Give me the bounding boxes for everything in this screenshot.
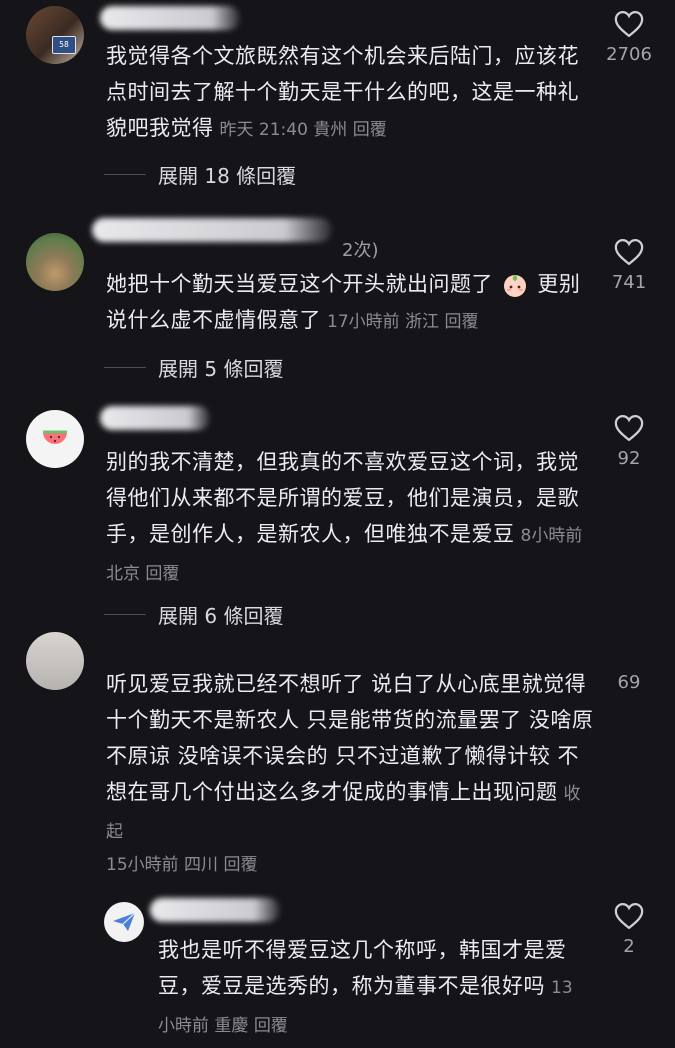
comment-4: 听见爱豆我就已经不想听了 说白了从心底里就觉得十个勤天不是新农人 只是能带货的流… — [0, 632, 675, 880]
comment-meta: 15小時前 四川 回覆 — [106, 850, 257, 875]
comment-location: 北京 — [106, 564, 140, 584]
like-count: 69 — [617, 672, 641, 693]
comment-text: 她把十个勤天当爱豆这个开头就出问题了 更别说什么虚不虚情假意了 17小時前 浙江 … — [106, 272, 581, 332]
comment-time: 17小時前 — [327, 312, 400, 332]
like-count: 2 — [623, 936, 635, 957]
like-button[interactable]: 741 — [599, 238, 659, 293]
reply-button[interactable]: 回覆 — [254, 1016, 288, 1036]
avatar[interactable]: 58 — [26, 6, 84, 64]
paper-plane-icon — [113, 912, 136, 931]
divider — [104, 174, 146, 175]
like-button[interactable]: 2 — [599, 902, 659, 957]
comment-1: 58 我觉得各个文旅既然有这个机会来后陆门，应该花点时间去了解十个勤天是干什么的… — [0, 0, 675, 200]
expand-replies-button[interactable]: 展開 6 條回覆 — [104, 600, 283, 629]
like-count: 92 — [617, 448, 641, 469]
like-count: 2706 — [606, 44, 652, 65]
comment-time: 8小時前 — [520, 526, 583, 546]
comment-text: 我觉得各个文旅既然有这个机会来后陆门，应该花点时间去了解十个勤天是干什么的吧，这… — [106, 44, 579, 140]
comment-text: 别的我不清楚，但我真的不喜欢爱豆这个词，我觉得他们从来都不是所谓的爱豆，他们是演… — [106, 450, 583, 584]
comment-location: 四川 — [184, 855, 219, 875]
reply-button[interactable]: 回覆 — [444, 312, 478, 332]
reply-button[interactable]: 回覆 — [353, 120, 387, 140]
avatar[interactable] — [26, 233, 84, 291]
avatar-plate: 58 — [52, 36, 76, 54]
username-redacted[interactable] — [100, 406, 210, 430]
divider — [104, 614, 146, 615]
reply-button[interactable]: 回覆 — [223, 855, 257, 875]
comment-2: 2次) 她把十个勤天当爱豆这个开头就出问题了 更别说什么虚不虚情假意了 17小時前… — [0, 210, 675, 390]
like-button[interactable]: 92 — [599, 414, 659, 469]
comment-location: 浙江 — [405, 312, 440, 332]
heart-icon — [614, 238, 644, 266]
avatar[interactable] — [26, 410, 84, 468]
username-redacted[interactable] — [92, 218, 332, 242]
expand-replies-button[interactable]: 展開 5 條回覆 — [104, 353, 283, 382]
reply-text: 我也是听不得爱豆这几个称呼，韩国才是爱豆，爱豆是选秀的，称为董事不是很好吗 13小… — [158, 938, 573, 1036]
peach-emoji-icon — [504, 275, 527, 297]
watermelon-icon — [43, 430, 67, 444]
comment-text: 听见爱豆我就已经不想听了 说白了从心底里就觉得十个勤天不是新农人 只是能带货的流… — [106, 672, 594, 842]
reply-comment: 我也是听不得爱豆这几个称呼，韩国才是爱豆，爱豆是选秀的，称为董事不是很好吗 13小… — [0, 880, 675, 1048]
heart-icon — [614, 414, 644, 442]
heart-icon — [614, 902, 644, 930]
comment-location: 重慶 — [214, 1016, 249, 1036]
comment-3: 别的我不清楚，但我真的不喜欢爱豆这个词，我觉得他们从来都不是所谓的爱豆，他们是演… — [0, 400, 675, 640]
like-count: 741 — [611, 272, 647, 293]
avatar[interactable] — [26, 632, 84, 690]
comment-time: 15小時前 — [106, 855, 179, 875]
username-redacted[interactable] — [150, 898, 280, 922]
comment-location: 貴州 — [313, 120, 348, 140]
like-button[interactable]: 2706 — [599, 10, 659, 65]
username-suffix: 2次) — [342, 240, 379, 261]
like-button[interactable]: 69 — [599, 672, 659, 693]
heart-icon — [614, 10, 644, 38]
avatar[interactable] — [104, 902, 144, 942]
expand-replies-button[interactable]: 展開 18 條回覆 — [104, 160, 296, 189]
divider — [104, 367, 146, 368]
reply-button[interactable]: 回覆 — [145, 564, 179, 584]
username-redacted[interactable] — [100, 6, 240, 30]
comment-time: 昨天 21:40 — [219, 120, 308, 140]
